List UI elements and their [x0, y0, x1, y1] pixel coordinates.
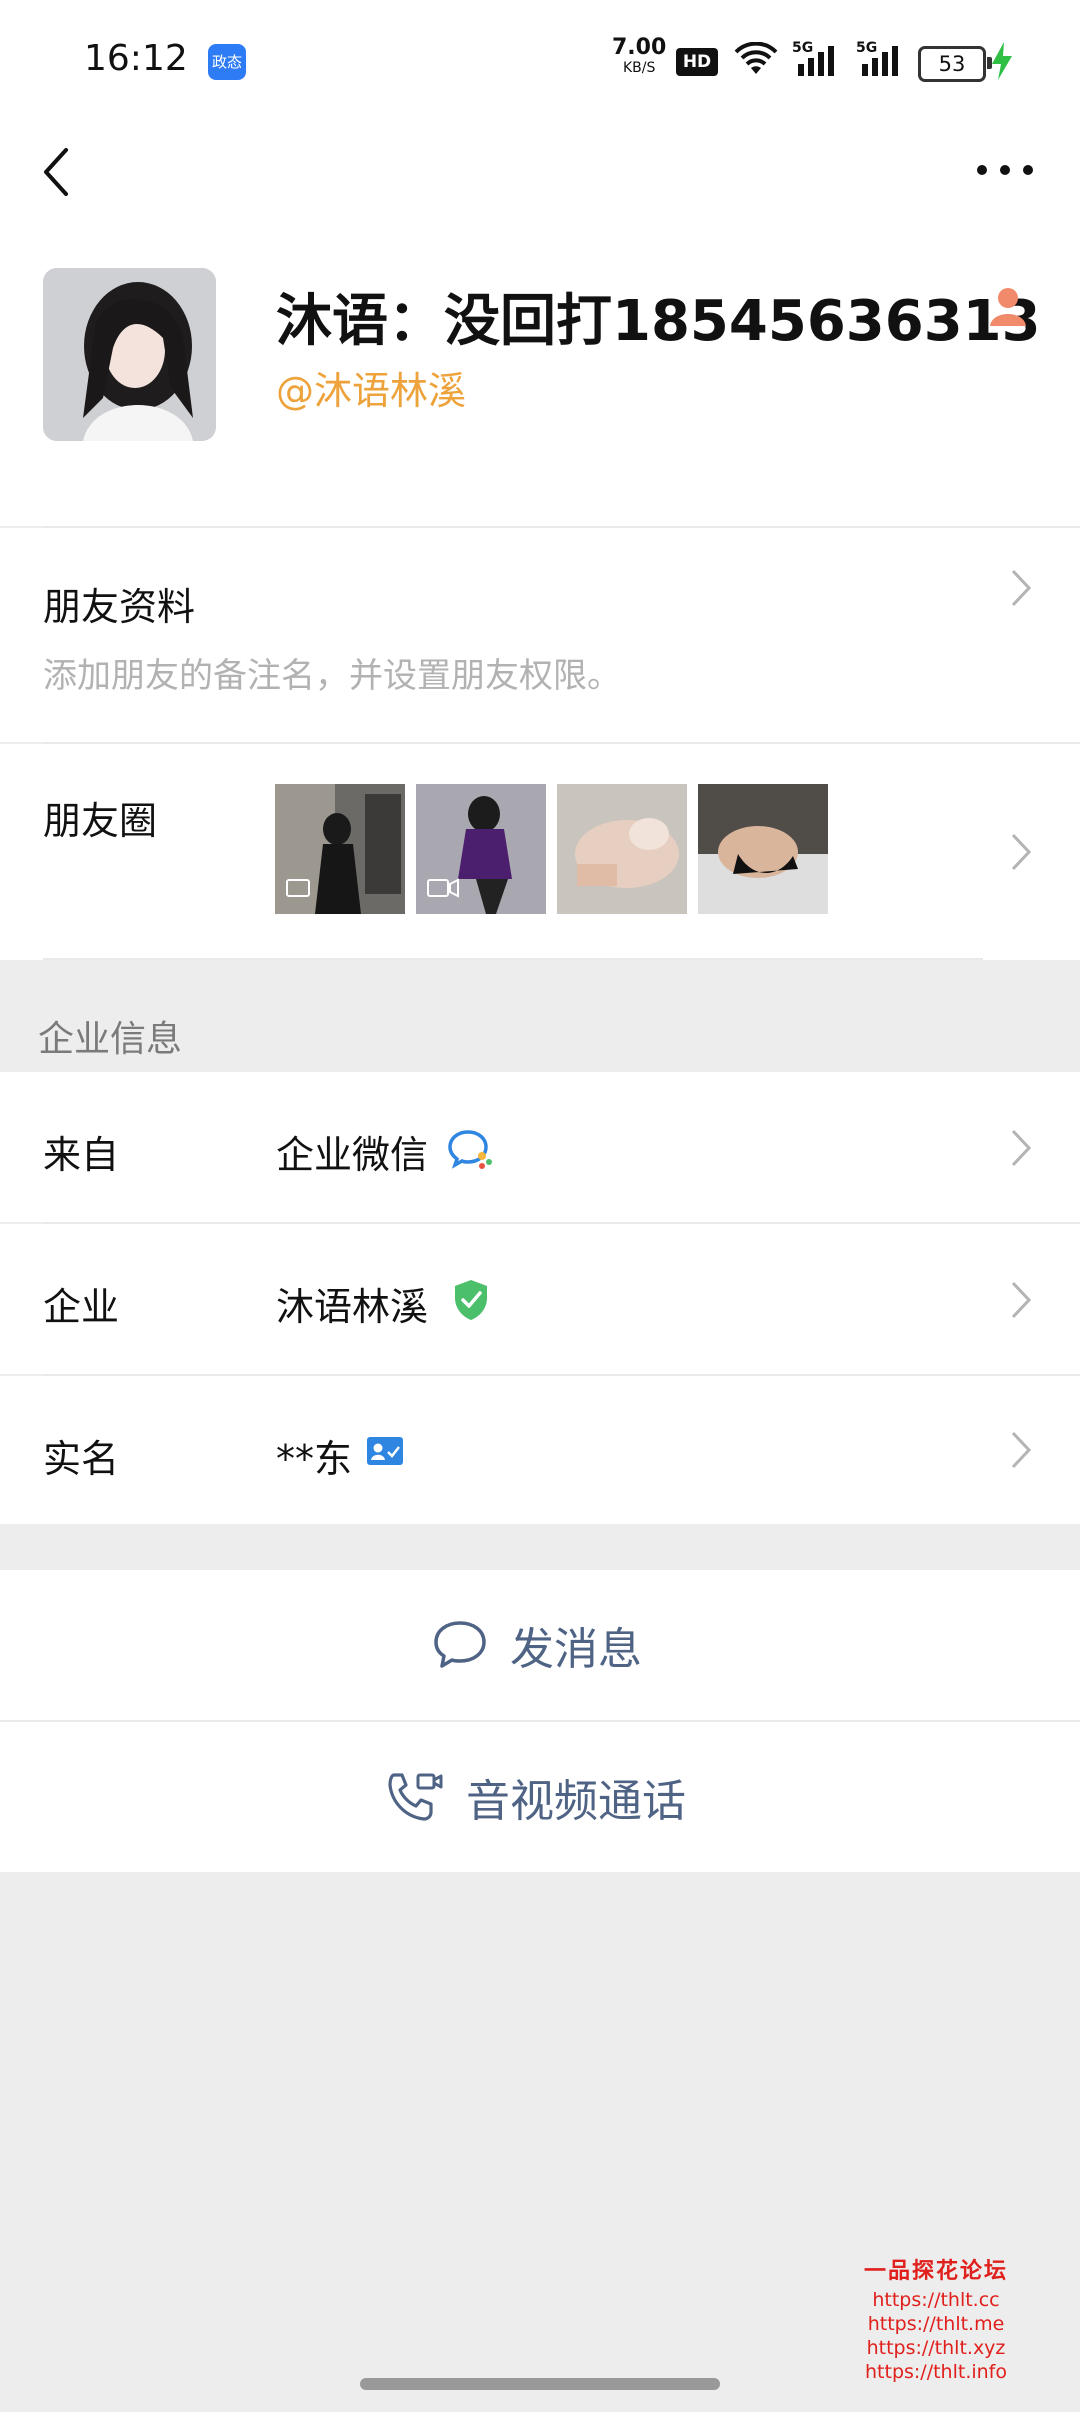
avatar-image [43, 268, 216, 441]
wecom-logo-icon [448, 1130, 492, 1169]
realname-value: **东 [276, 1437, 353, 1481]
friend-info-title: 朋友资料 [43, 585, 196, 629]
chevron-right-icon [1011, 1431, 1032, 1469]
moments-photo-2 [416, 784, 546, 914]
av-call-content: 音视频通话 [384, 1722, 686, 1872]
net-speed-value: 7.00 [612, 35, 667, 60]
send-message-button[interactable]: 发消息 [0, 1570, 1080, 1720]
divider [43, 958, 983, 960]
watermark: 一品探花论坛 https://thlt.cc https://thlt.me h… [856, 2260, 1016, 2384]
home-indicator[interactable] [360, 2378, 720, 2390]
battery-level: 53 [938, 52, 966, 76]
friend-info-subtitle: 添加朋友的备注名，并设置朋友权限。 [43, 656, 621, 696]
enterprise-section-title: 企业信息 [38, 1019, 183, 1060]
nav-bar [0, 120, 1080, 220]
moments-thumb-4 [698, 784, 828, 914]
battery-icon: 53 [918, 46, 992, 82]
moments-photo-1 [275, 784, 405, 914]
send-message-label: 发消息 [510, 1624, 642, 1675]
net-speed-unit: KB/S [622, 60, 656, 76]
id-card-icon [367, 1437, 403, 1465]
friend-info-row[interactable]: 朋友资料 添加朋友的备注名，并设置朋友权限。 [0, 528, 1080, 742]
realname-row[interactable]: 实名 **东 [0, 1376, 1080, 1524]
cell-signal-icon-2 [862, 46, 898, 76]
chevron-right-icon [1011, 1281, 1032, 1319]
moments-thumb-3 [557, 784, 687, 914]
av-call-button[interactable]: 音视频通话 [0, 1722, 1080, 1872]
charging-icon [992, 42, 1012, 80]
chevron-right-icon [1011, 1129, 1032, 1167]
watermark-line: https://thlt.cc [872, 2289, 1000, 2311]
watermark-line: https://thlt.xyz [866, 2337, 1006, 2359]
moments-row[interactable]: 朋友圈 [0, 744, 1080, 960]
cell-signal-icon [798, 46, 834, 76]
verified-shield-icon [455, 1280, 487, 1320]
moments-photo-4 [698, 784, 828, 914]
status-time: 16:12 [84, 38, 188, 79]
watermark-line: https://thlt.me [867, 2313, 1005, 2335]
avatar[interactable] [43, 268, 216, 441]
send-message-content: 发消息 [432, 1570, 642, 1720]
from-label: 来自 [43, 1133, 120, 1177]
chat-bubble-icon [434, 1621, 486, 1668]
hd-icon: HD [676, 48, 718, 76]
app-badge-icon: 政态 [208, 44, 246, 80]
profile-name: 沐语：没回打18545636313 [276, 289, 1041, 354]
moments-thumb-1 [275, 784, 405, 914]
chevron-right-icon [1011, 833, 1032, 871]
back-icon[interactable] [30, 134, 86, 204]
company-row[interactable]: 企业 沐语林溪 [0, 1224, 1080, 1374]
female-icon [990, 288, 1026, 326]
from-value: 企业微信 [276, 1133, 429, 1177]
watermark-line: https://thlt.info [865, 2361, 1007, 2383]
moments-label: 朋友圈 [43, 799, 158, 843]
from-row[interactable]: 来自 企业微信 [0, 1072, 1080, 1222]
moments-thumb-2 [416, 784, 546, 914]
profile-handle: @沐语林溪 [276, 369, 467, 413]
net-speed: 7.00 KB/S [612, 35, 667, 78]
more-icon[interactable] [970, 148, 1040, 192]
watermark-title: 一品探花论坛 [863, 2259, 1008, 2284]
status-bar: 16:12 政态 7.00 KB/S HD 5G 5G 53 [0, 0, 1080, 120]
realname-label: 实名 [43, 1437, 120, 1481]
profile-header: 沐语：没回打18545636313 @沐语林溪 [0, 220, 1080, 526]
wifi-icon [734, 42, 778, 74]
company-value: 沐语林溪 [276, 1285, 429, 1329]
chevron-right-icon [1011, 569, 1032, 607]
moments-photo-3 [557, 784, 687, 914]
phone-video-icon [388, 1773, 443, 1821]
av-call-label: 音视频通话 [466, 1776, 686, 1827]
company-label: 企业 [43, 1285, 120, 1329]
